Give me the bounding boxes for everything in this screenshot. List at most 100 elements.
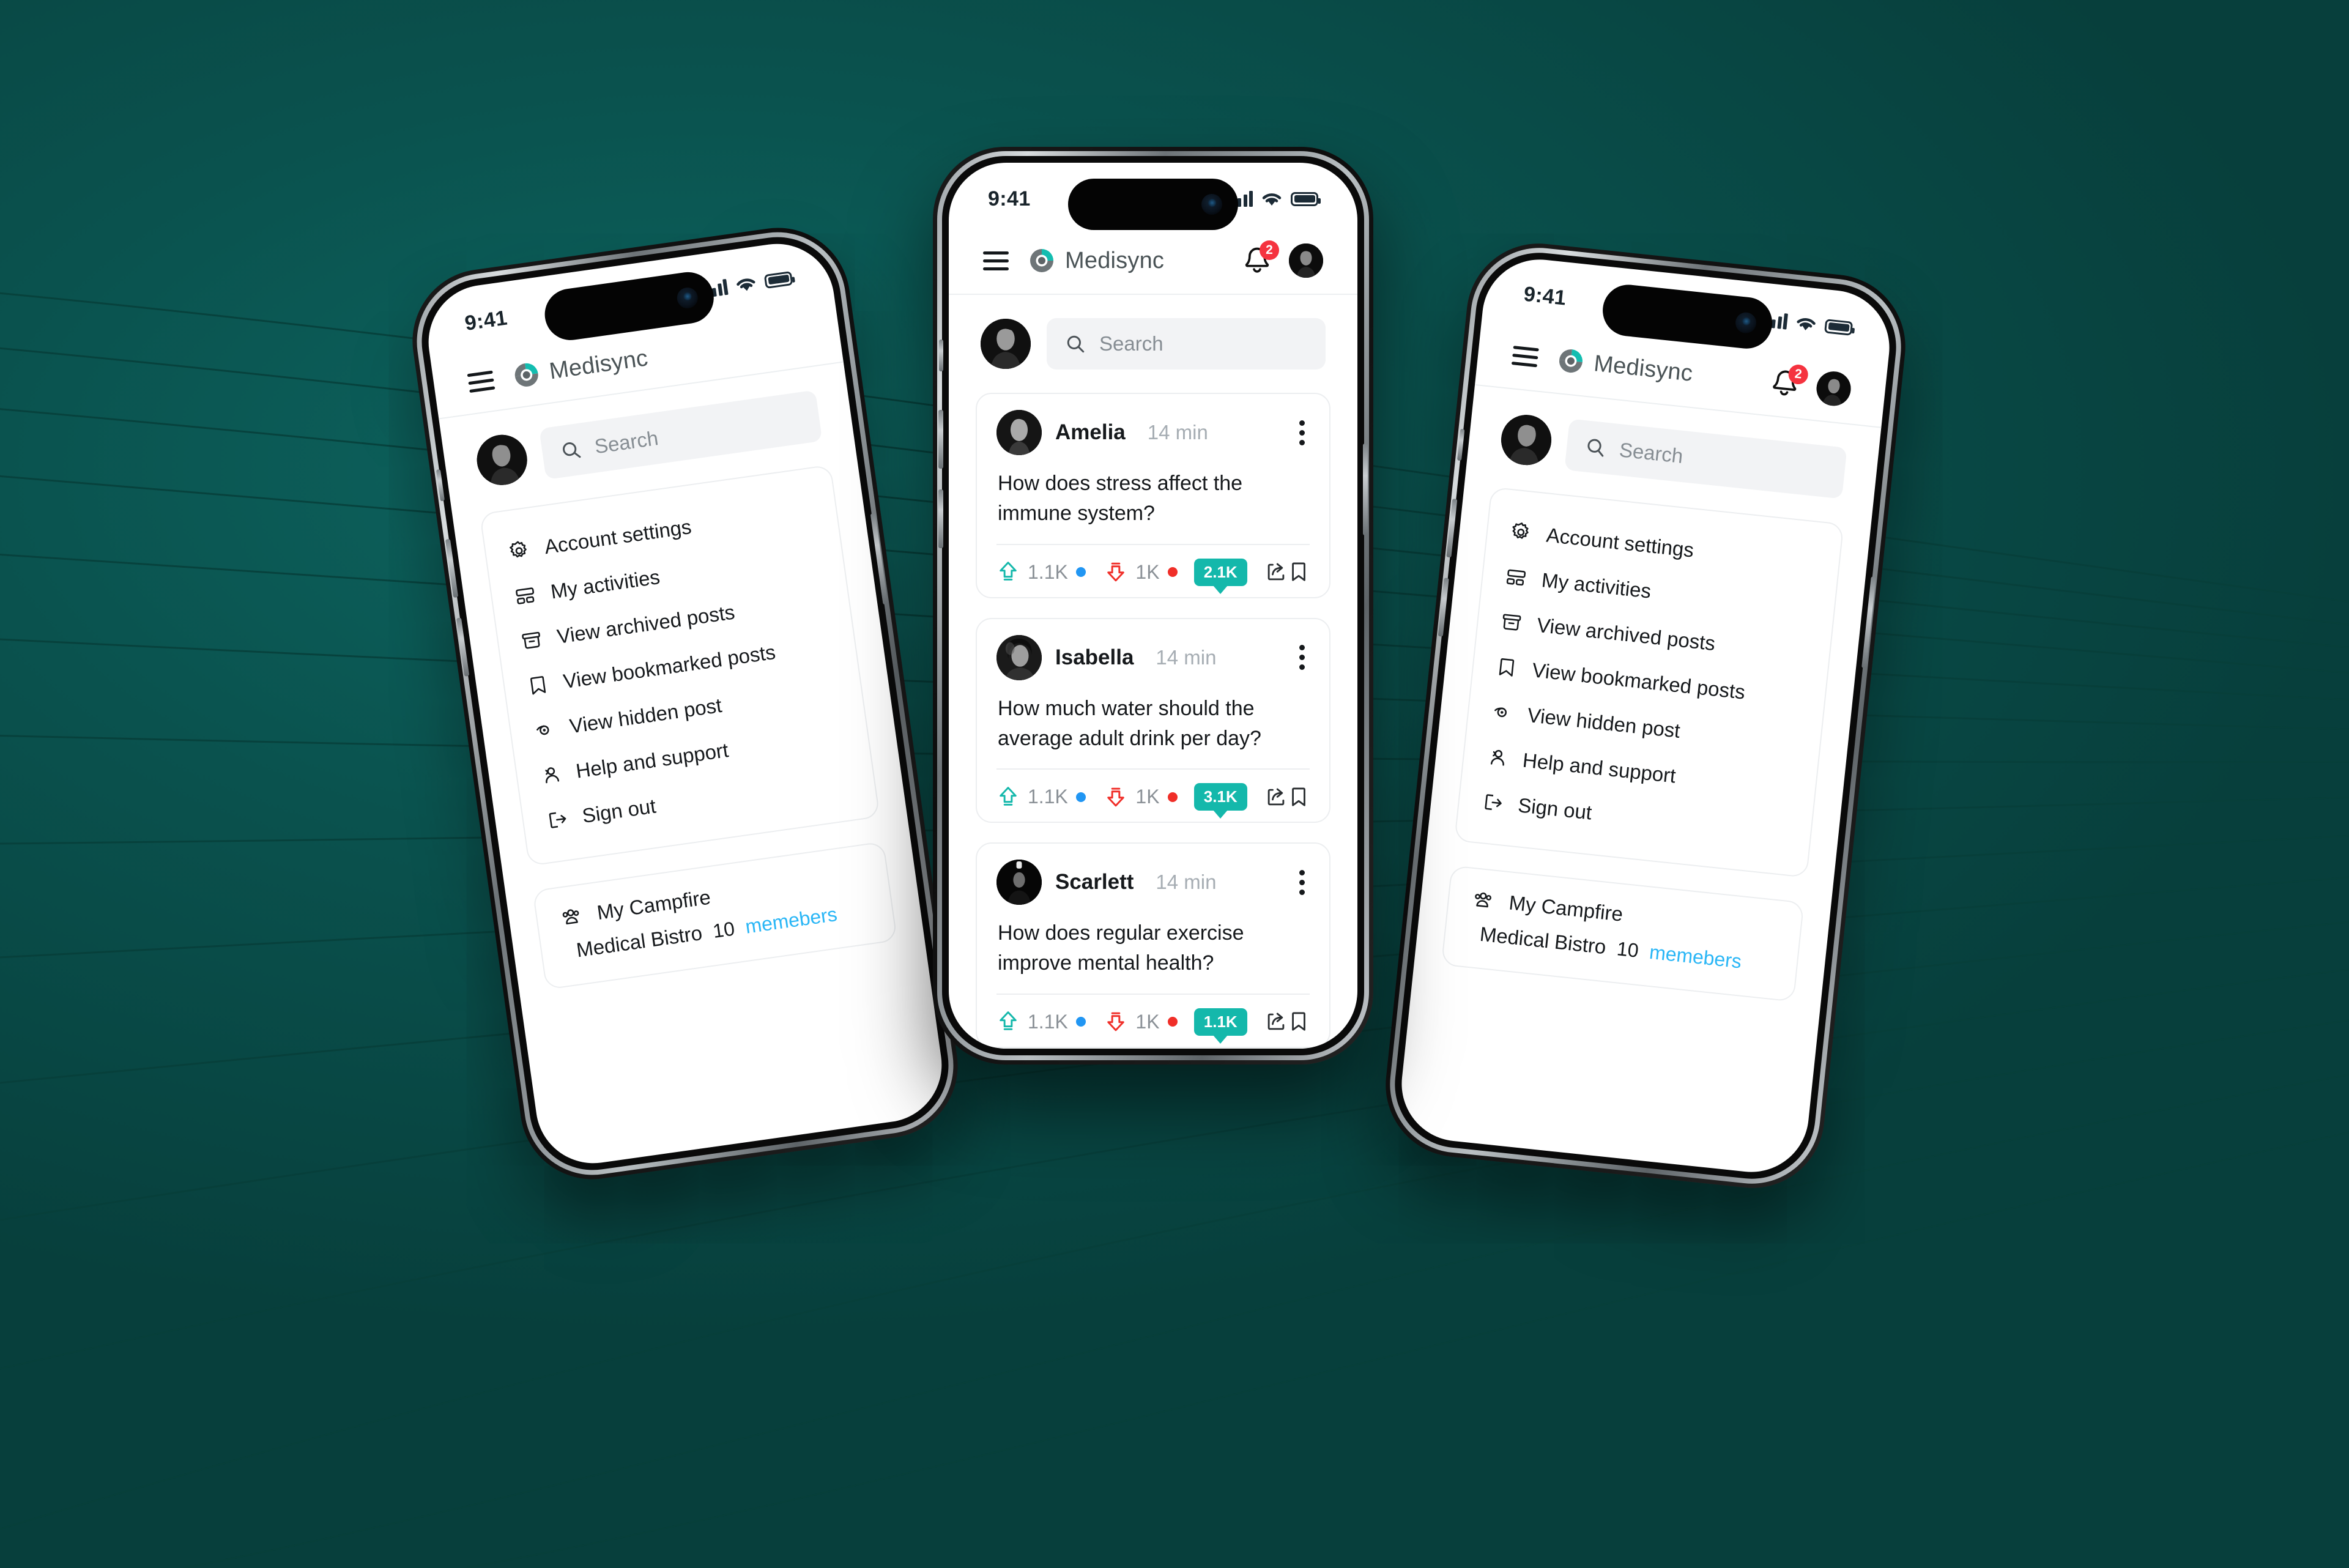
user-avatar[interactable] [473,431,530,489]
more-options-icon[interactable] [1294,865,1310,900]
campfire-group-name: Medical Bistro [1479,922,1608,959]
downvote-count: 1K [1135,1010,1160,1033]
volume-up-button[interactable] [938,410,943,469]
avatar-portrait [981,319,1031,369]
share-button[interactable] [1264,560,1288,584]
status-time: 9:41 [463,306,509,335]
upvote-button[interactable]: 1.1K [996,785,1086,809]
gear-icon [1512,522,1529,539]
more-options-icon[interactable] [1294,640,1310,675]
bookmark-button[interactable] [1288,785,1310,809]
post-text: How much water should the average adult … [998,696,1261,750]
upvote-status-dot [1075,792,1086,802]
medisync-logo-icon [514,363,538,387]
user-avatar[interactable] [1289,243,1323,278]
post-header: Scarlett 14 min [996,860,1310,905]
upvote-button[interactable]: 1.1K [996,560,1086,584]
upvote-status-dot [1075,1017,1086,1027]
sidebar-item-label: Help and support [1521,748,1677,787]
downvote-arrow-icon [1107,1012,1125,1031]
bookmark-icon [1292,1012,1305,1031]
search-input[interactable]: Search [1047,318,1326,370]
post-timestamp: 14 min [1156,871,1217,894]
eye-hidden-icon [1494,707,1507,718]
dynamic-island [1600,282,1775,351]
status-bar: 9:41 [949,163,1357,235]
downvote-button[interactable]: 1K [1104,1009,1178,1034]
upvote-arrow-icon [1000,562,1017,581]
activities-icon [1506,569,1526,586]
volume-down-button[interactable] [938,489,943,548]
sign-out-icon [1485,794,1502,811]
search-input[interactable]: Search [539,390,823,480]
support-person-icon [1490,749,1504,766]
share-button[interactable] [1264,786,1288,809]
avatar[interactable] [996,410,1042,455]
share-icon [1267,563,1285,581]
phone-center-screen: 9:41 Medisync 2 Search Amelia 14 min How… [949,163,1357,1049]
brand-name: Medisync [1592,350,1694,387]
hamburger-menu-icon[interactable] [467,370,495,393]
post-author: Scarlett [1055,870,1134,894]
comment-count-badge[interactable]: 1.1K [1193,1008,1247,1036]
upvote-button[interactable]: 1.1K [996,1009,1086,1034]
search-placeholder: Search [1099,332,1163,355]
header-actions: 2 [1767,363,1853,407]
user-avatar[interactable] [981,319,1031,369]
post-card[interactable]: Amelia 14 min How does stress affect the… [976,393,1330,598]
post-card[interactable]: Scarlett 14 min How does regular exercis… [976,842,1330,1048]
bookmark-icon [1292,787,1305,806]
sidebar-item-label: Sign out [1516,793,1594,824]
user-avatar[interactable] [1498,412,1554,468]
post-header: Amelia 14 min [996,410,1310,455]
dynamic-island [1068,179,1238,230]
sign-out-icon [549,812,566,828]
upvote-arrow-icon [1000,786,1017,806]
avatar[interactable] [996,634,1042,680]
bookmark-icon [530,676,546,695]
post-author: Amelia [1055,420,1126,444]
avatar-portrait [473,431,530,489]
group-people-icon [562,909,579,924]
archive-icon [522,631,540,649]
mute-switch[interactable] [939,340,943,371]
campfire-card[interactable]: My Campfire Medical Bistro 10 memebers [532,841,898,990]
downvote-button[interactable]: 1K [1104,785,1178,809]
gear-icon [510,541,527,558]
notification-bell-button[interactable]: 2 [1767,363,1809,401]
comment-count-badge[interactable]: 3.1K [1193,783,1247,811]
more-options-icon[interactable] [1294,415,1310,450]
bookmark-button[interactable] [1288,1009,1310,1034]
hamburger-menu-icon[interactable] [1511,345,1539,367]
sidebar-item-label: View hidden post [1526,703,1682,742]
comment-count-badge[interactable]: 2.1K [1193,558,1247,586]
post-timestamp: 14 min [1147,421,1208,444]
share-button[interactable] [1264,1010,1288,1033]
downvote-button[interactable]: 1K [1104,560,1178,584]
power-button[interactable] [1363,444,1368,535]
downvote-arrow-icon [1107,787,1125,806]
battery-icon [763,270,793,289]
campfire-member-count: 10 [711,917,737,943]
campfire-members-link[interactable]: memebers [744,903,839,938]
eye-hidden-icon [536,725,549,735]
avatar[interactable] [996,860,1042,905]
notification-bell-button[interactable]: 2 [1241,240,1279,277]
post-card[interactable]: Isabella 14 min How much water should th… [976,617,1330,823]
hamburger-menu-icon[interactable] [983,251,1009,270]
avatar-portrait [1498,412,1554,468]
wifi-icon [1797,318,1816,330]
wifi-icon [1262,193,1282,206]
post-text: How does stress affect the immune system… [998,472,1243,526]
header-actions: 2 [1241,240,1323,278]
search-input[interactable]: Search [1564,418,1847,499]
bookmark-button[interactable] [1288,560,1310,584]
campfire-members-link[interactable]: memebers [1649,941,1743,973]
search-placeholder: Search [593,426,660,458]
search-icon [1587,439,1604,457]
user-avatar[interactable] [1814,370,1853,407]
post-actions: 1.1K 1K 3.1K [996,770,1310,811]
front-camera-icon [1201,194,1222,215]
upvote-count: 1.1K [1028,786,1068,808]
campfire-card[interactable]: My Campfire Medical Bistro 10 memebers [1441,865,1805,1002]
